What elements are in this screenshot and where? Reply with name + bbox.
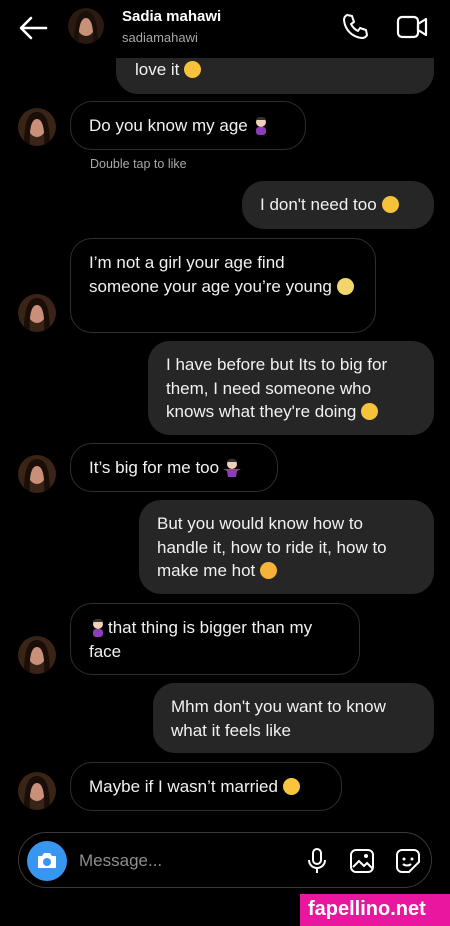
message-text: that thing is bigger than my face bbox=[89, 618, 313, 661]
message-text: I’m not a girl your age find someone you… bbox=[89, 253, 332, 296]
sticker-icon[interactable] bbox=[395, 848, 421, 874]
message-outgoing[interactable]: But you would know how to handle it, how… bbox=[139, 500, 434, 594]
message-composer: Message... bbox=[18, 832, 432, 888]
message-outgoing[interactable]: Mhm don't you want to know what it feels… bbox=[153, 683, 434, 753]
message-incoming[interactable]: Maybe if I wasn’t married bbox=[70, 762, 342, 811]
message-text: Mhm don't you want to know what it feels… bbox=[171, 697, 386, 740]
message-text: love it bbox=[135, 60, 180, 79]
message-text: I have before but Its to big for them, I… bbox=[166, 355, 388, 421]
microphone-icon[interactable] bbox=[305, 848, 329, 874]
woman-shrug-emoji-icon bbox=[223, 459, 242, 477]
chat-header: Sadia mahawi sadiamahawi bbox=[0, 0, 450, 58]
avatar[interactable] bbox=[18, 455, 56, 493]
contact-username: sadiamahawi bbox=[122, 30, 198, 45]
message-text: I don't need too bbox=[260, 195, 377, 214]
avatar[interactable] bbox=[18, 108, 56, 146]
camera-icon bbox=[38, 853, 56, 868]
woman-facepalm-emoji-icon bbox=[255, 117, 266, 135]
gallery-icon[interactable] bbox=[349, 848, 375, 874]
contact-name[interactable]: Sadia mahawi bbox=[122, 8, 221, 25]
avatar[interactable] bbox=[18, 294, 56, 332]
message-text: Maybe if I wasn’t married bbox=[89, 777, 278, 796]
message-input[interactable]: Message... bbox=[79, 851, 162, 871]
phone-icon[interactable] bbox=[340, 12, 370, 42]
woman-facepalm-emoji-icon bbox=[93, 619, 103, 637]
blush-emoji-icon bbox=[282, 778, 300, 795]
smirk-emoji-icon bbox=[381, 196, 399, 213]
message-incoming[interactable]: that thing is bigger than my face bbox=[70, 603, 360, 675]
camera-button[interactable] bbox=[27, 841, 67, 881]
video-camera-icon[interactable] bbox=[396, 14, 428, 40]
eye-roll-emoji-icon bbox=[336, 277, 354, 295]
message-outgoing[interactable]: I don't need too bbox=[242, 181, 434, 229]
back-arrow-icon[interactable] bbox=[18, 14, 48, 42]
smirk-emoji-icon bbox=[184, 61, 202, 78]
watermark: fapellino.net bbox=[300, 894, 450, 926]
message-text: Do you know my age bbox=[89, 116, 248, 135]
avatar[interactable] bbox=[18, 772, 56, 810]
message-incoming[interactable]: It’s big for me too bbox=[70, 443, 278, 492]
hot-face-emoji-icon bbox=[260, 562, 278, 579]
avatar[interactable] bbox=[18, 636, 56, 674]
message-incoming[interactable]: Do you know my age bbox=[70, 101, 306, 150]
smirk-emoji-icon bbox=[361, 403, 379, 420]
message-outgoing[interactable]: I have before but Its to big for them, I… bbox=[148, 341, 434, 435]
avatar[interactable] bbox=[68, 8, 104, 44]
message-text: It’s big for me too bbox=[89, 458, 220, 477]
double-tap-hint: Double tap to like bbox=[90, 157, 187, 171]
message-incoming[interactable]: I’m not a girl your age find someone you… bbox=[70, 238, 376, 333]
